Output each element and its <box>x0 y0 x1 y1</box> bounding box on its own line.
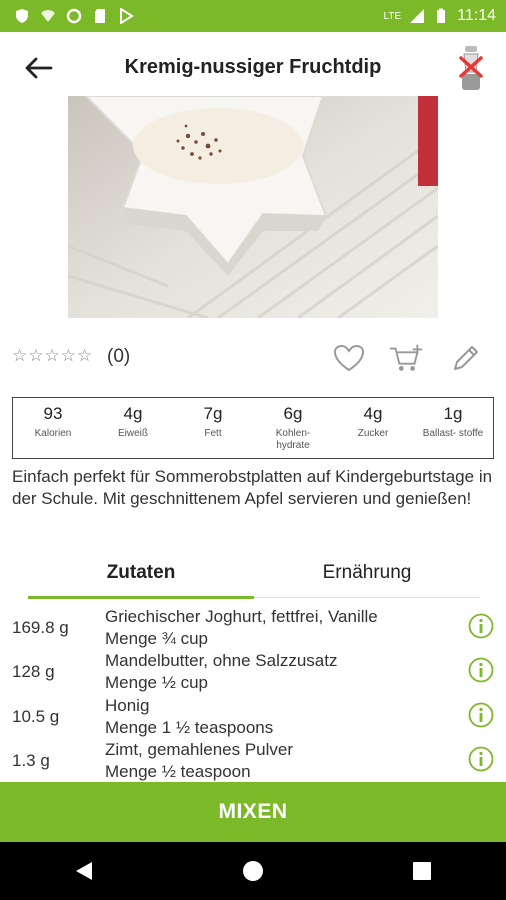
add-to-shopping-list-button[interactable] <box>388 342 424 374</box>
nutrition-label: Fett <box>204 428 222 439</box>
nav-back-button[interactable] <box>64 851 104 891</box>
heart-icon <box>333 344 365 372</box>
status-bar: LTE 11:14 <box>0 0 506 32</box>
favorite-button[interactable] <box>331 342 367 374</box>
ingredient-quantity: 10.5 g <box>12 707 60 726</box>
recents-square-icon <box>412 862 431 880</box>
system-nav-bar <box>0 842 506 900</box>
rating-count: (0) <box>107 346 131 367</box>
info-icon[interactable] <box>468 613 494 639</box>
recipe-tabs: Zutaten Ernährung <box>28 548 480 599</box>
nutrition-fiber: 1g Ballast- stoffe <box>413 398 493 458</box>
clock: 11:14 <box>457 7 496 24</box>
list-item: 128 g Mandelbutter, ohne Salzzusatz Meng… <box>0 648 506 692</box>
add-to-cart-icon <box>389 344 423 371</box>
info-icon[interactable] <box>468 746 494 772</box>
wifi-icon <box>41 10 55 22</box>
back-button[interactable] <box>18 50 58 86</box>
shield-icon <box>16 9 28 23</box>
ingredient-amount: Menge ½ teaspoon <box>105 762 251 781</box>
recipe-photo <box>68 96 438 318</box>
edit-button[interactable] <box>448 342 484 374</box>
ingredient-name: Zimt, gemahlenes Pulver <box>105 740 294 759</box>
rating-row: ☆☆☆☆☆ (0) <box>0 332 506 382</box>
nav-recents-button[interactable] <box>402 851 442 891</box>
sync-icon <box>66 8 82 24</box>
mix-button[interactable]: MIXEN <box>0 782 506 842</box>
ingredient-name: Honig <box>105 696 150 715</box>
page-title: Kremig-nussiger Fruchtdip <box>124 56 382 78</box>
nutrition-value: 93 <box>43 404 63 423</box>
ingredient-quantity: 169.8 g <box>12 618 69 637</box>
list-item: 169.8 g Griechischer Joghurt, fettfrei, … <box>0 604 506 648</box>
nav-home-button[interactable] <box>233 851 273 891</box>
nutrition-value: 6g <box>283 404 303 423</box>
recipe-description: Einfach perfekt für Sommerobstplatten au… <box>12 467 493 508</box>
ingredient-name: Mandelbutter, ohne Salzzusatz <box>105 651 338 670</box>
back-triangle-icon <box>76 862 93 880</box>
nutrition-label: Kohlen- hydrate <box>275 428 311 451</box>
battery-icon <box>437 8 446 23</box>
ingredient-quantity: 128 g <box>12 662 55 681</box>
nutrition-protein: 4g Eiweiß <box>93 398 173 458</box>
ingredient-amount: Menge 1 ½ teaspoons <box>105 718 274 737</box>
nutrition-label: Kalorien <box>34 428 72 439</box>
nutrition-carbs: 6g Kohlen- hydrate <box>253 398 333 458</box>
nutrition-value: 4g <box>363 404 383 423</box>
play-store-icon <box>120 8 134 24</box>
nutrition-fat: 7g Fett <box>173 398 253 458</box>
nutrition-label: Zucker <box>357 428 389 439</box>
ingredient-amount: Menge ¾ cup <box>105 629 209 648</box>
info-icon[interactable] <box>468 657 494 683</box>
ingredient-name: Griechischer Joghurt, fettfrei, Vanille <box>105 607 378 626</box>
list-item: 1.3 g Zimt, gemahlenes Pulver Menge ½ te… <box>0 737 506 781</box>
nutrition-label: Ballast- stoffe <box>422 428 484 439</box>
ingredient-quantity: 1.3 g <box>12 751 50 770</box>
nutrition-label: Eiweiß <box>117 428 148 439</box>
mixer-disconnected-icon <box>459 46 483 90</box>
network-label: LTE <box>383 10 402 22</box>
list-item: 10.5 g Honig Menge 1 ½ teaspoons <box>0 693 506 737</box>
arrow-left-icon <box>25 57 53 79</box>
star-rating[interactable]: ☆☆☆☆☆ <box>12 346 93 366</box>
nutrition-value: 1g <box>443 404 463 423</box>
recipe-photo-illustration <box>68 96 438 318</box>
info-icon[interactable] <box>468 702 494 728</box>
signal-icon <box>410 9 425 23</box>
app-bar: Kremig-nussiger Fruchtdip <box>0 32 506 104</box>
nutrition-calories: 93 Kalorien <box>13 398 93 458</box>
sd-card-icon <box>95 9 105 23</box>
edit-pencil-icon <box>454 346 478 370</box>
nutrition-value: 4g <box>123 404 143 423</box>
nutrition-summary: 93 Kalorien 4g Eiweiß 7g Fett 6g Kohlen-… <box>12 397 494 459</box>
ingredient-amount: Menge ½ cup <box>105 673 209 692</box>
mixer-connection-button[interactable] <box>454 44 488 94</box>
ingredient-list: 169.8 g Griechischer Joghurt, fettfrei, … <box>0 604 506 782</box>
nutrition-value: 7g <box>203 404 223 423</box>
nutrition-sugar: 4g Zucker <box>333 398 413 458</box>
tab-nutrition[interactable]: Ernährung <box>254 548 480 597</box>
tab-ingredients[interactable]: Zutaten <box>28 548 254 599</box>
home-circle-icon <box>242 861 263 881</box>
